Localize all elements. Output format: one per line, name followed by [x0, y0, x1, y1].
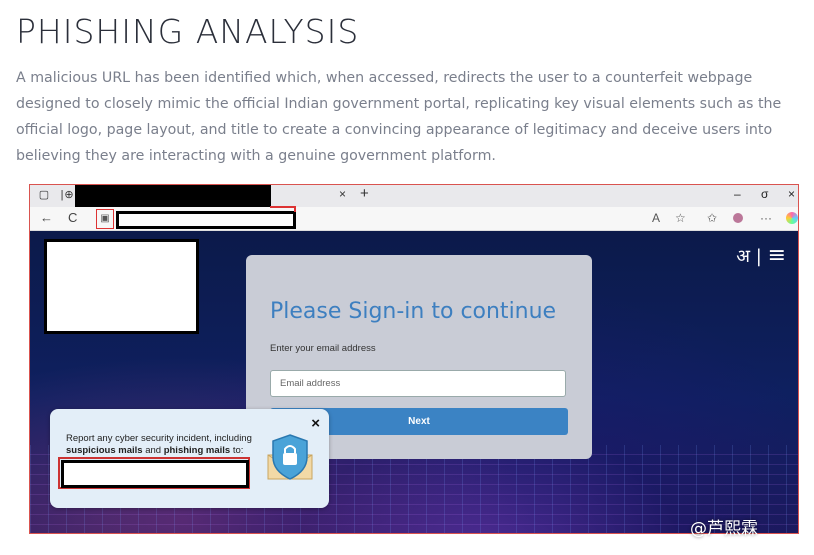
- tab-title-redacted[interactable]: [75, 185, 271, 207]
- popup-message: Report any cyber security incident, incl…: [66, 433, 266, 457]
- intro-paragraph: A malicious URL has been identified whic…: [16, 70, 782, 164]
- popup-text-1: Report any cyber security incident, incl…: [66, 433, 252, 444]
- logo-redacted: [44, 239, 199, 334]
- site-globe-icon: ⊕: [64, 189, 74, 201]
- address-bar: ← C ▣ A ☆ ✩ ···: [30, 206, 798, 231]
- report-email-redacted: [61, 460, 249, 488]
- profile-avatar-icon[interactable]: [733, 213, 743, 223]
- shield-lock-icon: [267, 434, 313, 480]
- favorites-icon[interactable]: ✩: [707, 211, 717, 225]
- hamburger-menu-icon[interactable]: ≡: [768, 243, 786, 268]
- reload-icon[interactable]: C: [68, 210, 77, 225]
- tab-bar: ▢ | ⊕ × + – σ ×: [30, 185, 798, 207]
- read-aloud-icon[interactable]: A: [652, 211, 660, 225]
- popup-bold-2: phishing mails: [163, 445, 231, 456]
- back-icon[interactable]: ←: [40, 210, 53, 225]
- popup-text-2: and: [142, 445, 164, 456]
- lock-icon[interactable]: ▣: [96, 209, 114, 229]
- language-toggle[interactable]: अ | ≡: [736, 243, 786, 268]
- report-incident-popup: × Report any cyber security incident, in…: [50, 409, 329, 508]
- more-menu-icon[interactable]: ···: [760, 211, 772, 225]
- window-close-icon[interactable]: ×: [788, 187, 795, 201]
- phishing-page: अ | ≡ Please Sign-in to continue Enter y…: [30, 231, 798, 533]
- signin-heading: Please Sign-in to continue: [270, 299, 557, 324]
- email-input[interactable]: Email address: [270, 370, 566, 397]
- popup-close-icon[interactable]: ×: [311, 415, 320, 432]
- browser-screenshot: ▢ | ⊕ × + – σ × ← C ▣ A ☆ ✩ ··· अ | ≡ Pl…: [29, 184, 799, 534]
- page-title: PHISHING ANALYSIS: [16, 12, 360, 51]
- language-toggle-label[interactable]: अ |: [736, 246, 762, 267]
- popup-bold-1: suspicious mails: [66, 445, 143, 456]
- watermark: @芦熙霖: [690, 519, 758, 539]
- maximize-icon[interactable]: σ: [761, 187, 768, 201]
- url-field-redacted[interactable]: [116, 211, 296, 229]
- popup-text-3: to:: [230, 445, 244, 456]
- url-highlight: [270, 206, 296, 212]
- new-tab-button[interactable]: +: [360, 185, 369, 202]
- email-label: Enter your email address: [270, 343, 376, 354]
- favorite-star-icon[interactable]: ☆: [675, 211, 686, 225]
- tab-actions-icon[interactable]: ▢: [38, 189, 50, 201]
- copilot-icon[interactable]: [786, 212, 798, 224]
- minimize-icon[interactable]: –: [734, 187, 741, 201]
- tab-close-icon[interactable]: ×: [339, 187, 346, 201]
